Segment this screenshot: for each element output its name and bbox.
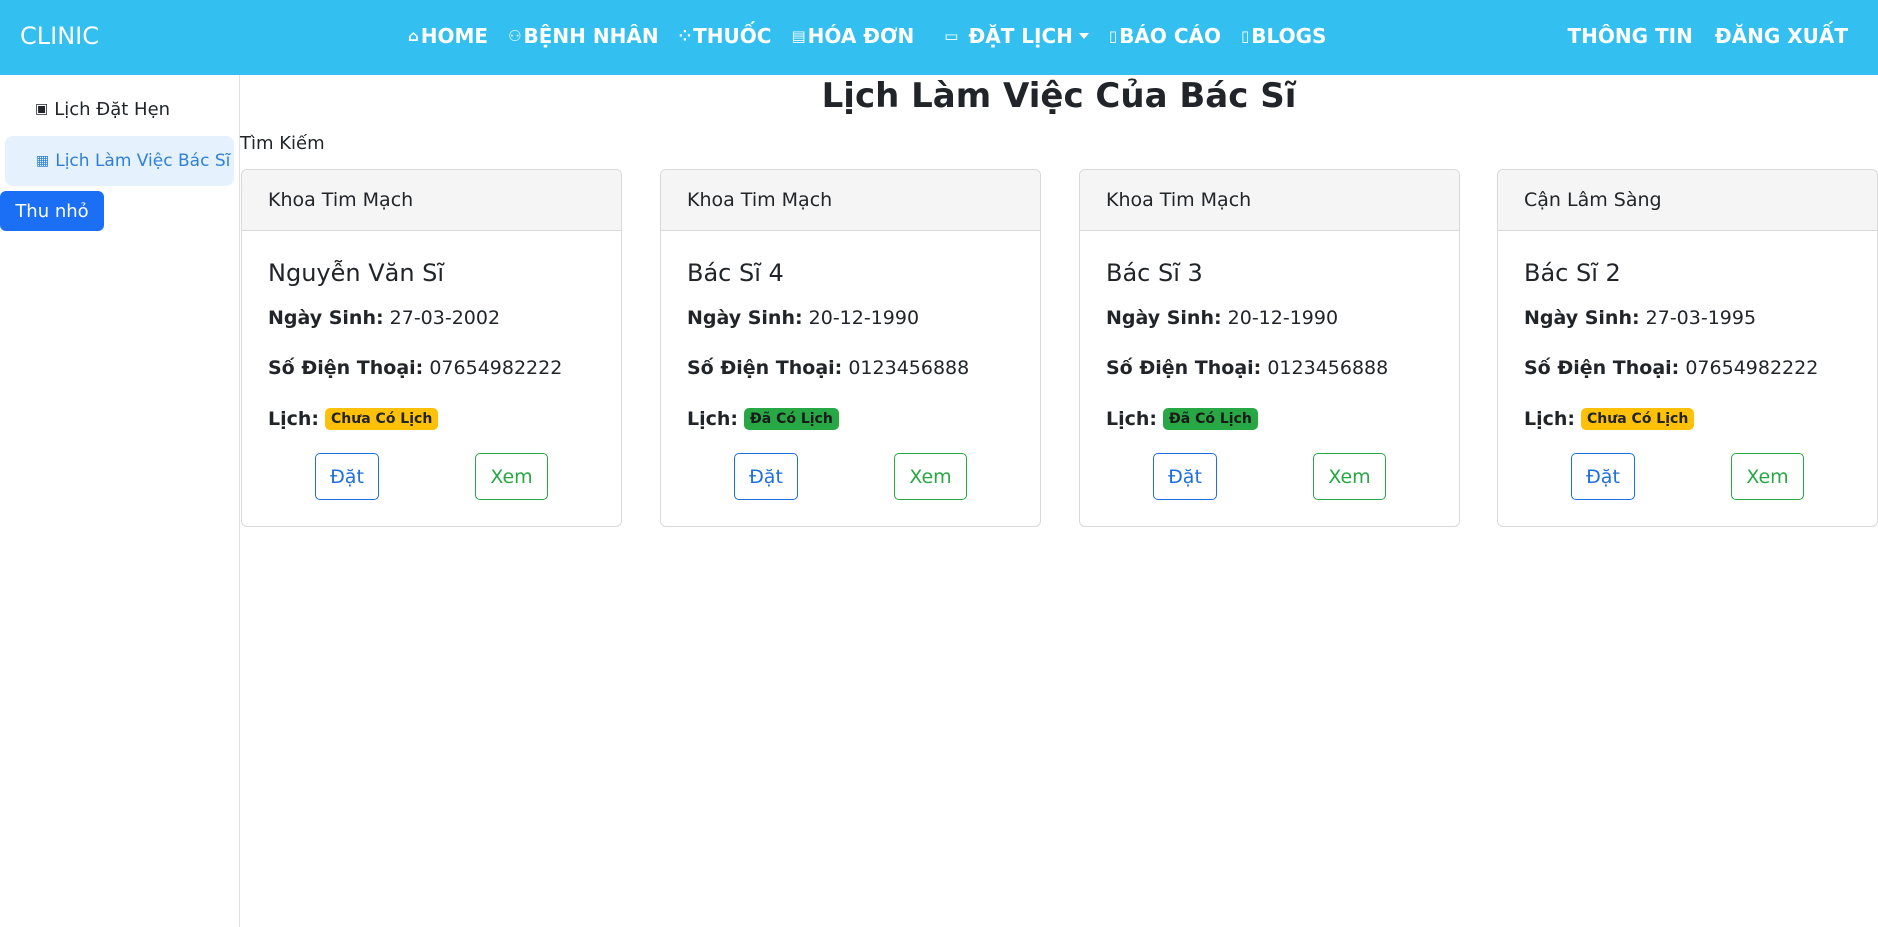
sidebar-item-doctor-schedule[interactable]: ▦ Lịch Làm Việc Bác Sĩ [5, 136, 234, 186]
nav-invoice-label: HÓA ĐƠN [807, 24, 915, 48]
dob-label: Ngày Sinh: [687, 307, 803, 329]
sidebar-item-label: Lịch Đặt Hẹn [54, 98, 171, 120]
book-button[interactable]: Đặt [1153, 453, 1217, 500]
pills-icon: ⁘ [678, 27, 692, 45]
doctor-card: Khoa Tim Mạch Bác Sĩ 3 Ngày Sinh: 20-12-… [1079, 169, 1460, 527]
dob-row: Ngày Sinh: 27-03-2002 [268, 307, 500, 329]
status-badge: Chưa Có Lịch [325, 408, 439, 430]
nav-home[interactable]: ⌂ HOME [408, 24, 488, 48]
schedule-row: Lịch: Đã Có Lịch [687, 408, 839, 430]
dob-label: Ngày Sinh: [1106, 307, 1222, 329]
doctor-card: Khoa Tim Mạch Bác Sĩ 4 Ngày Sinh: 20-12-… [660, 169, 1041, 527]
schedule-row: Lịch: Chưa Có Lịch [1524, 408, 1695, 430]
search-label[interactable]: Tìm Kiếm [240, 133, 325, 154]
phone-row: Số Điện Thoại: 0123456888 [1106, 357, 1388, 379]
top-navbar: CLINIC ⌂ HOME ⚇ BỆNH NHÂN ⁘ THUỐC ▤ HÓA … [0, 0, 1878, 75]
sidebar-item-appointments[interactable]: ▣ Lịch Đặt Hẹn [35, 95, 170, 123]
nav-logout[interactable]: ĐĂNG XUẤT [1715, 24, 1848, 48]
view-button[interactable]: Xem [894, 453, 967, 500]
book-button[interactable]: Đặt [315, 453, 379, 500]
doctor-name: Bác Sĩ 3 [1106, 259, 1203, 287]
sidebar-item-label: Lịch Làm Việc Bác Sĩ [55, 151, 231, 171]
dob-row: Ngày Sinh: 20-12-1990 [1106, 307, 1338, 329]
status-badge: Chưa Có Lịch [1581, 408, 1695, 430]
phone-label: Số Điện Thoại: [1106, 357, 1262, 379]
nav-right: THÔNG TIN ĐĂNG XUẤT [1568, 24, 1848, 48]
people-icon: ⚇ [508, 27, 522, 45]
nav-blogs-label: BLOGS [1251, 24, 1327, 48]
schedule-label: Lịch: [687, 408, 739, 430]
view-button[interactable]: Xem [475, 453, 548, 500]
phone-row: Số Điện Thoại: 07654982222 [1524, 357, 1818, 379]
dob-value: 20-12-1990 [1227, 307, 1339, 329]
schedule-row: Lịch: Đã Có Lịch [1106, 408, 1258, 430]
collapse-sidebar-button[interactable]: Thu nhỏ [0, 191, 104, 231]
nav-patients[interactable]: ⚇ BỆNH NHÂN [508, 24, 659, 48]
dob-row: Ngày Sinh: 27-03-1995 [1524, 307, 1756, 329]
schedule-label: Lịch: [1524, 408, 1576, 430]
nav-blogs[interactable]: ▯ BLOGS [1241, 24, 1326, 48]
dob-value: 20-12-1990 [808, 307, 920, 329]
phone-row: Số Điện Thoại: 07654982222 [268, 357, 562, 379]
calendar-check-icon: ▭ [944, 27, 959, 45]
dob-value: 27-03-1995 [1645, 307, 1757, 329]
phone-value: 07654982222 [1685, 357, 1819, 379]
phone-value: 0123456888 [848, 357, 970, 379]
view-button[interactable]: Xem [1313, 453, 1386, 500]
book-button[interactable]: Đặt [734, 453, 798, 500]
nav-booking-dropdown[interactable]: ▭ ĐẶT LỊCH [944, 24, 1089, 48]
nav-reports[interactable]: ▯ BÁO CÁO [1109, 24, 1221, 48]
nav-booking-label: ĐẶT LỊCH [968, 24, 1073, 48]
card-department: Khoa Tim Mạch [661, 170, 1040, 231]
calendar-icon: ▦ [36, 153, 50, 169]
view-button[interactable]: Xem [1731, 453, 1804, 500]
archive-icon: ▣ [35, 101, 49, 117]
book-button[interactable]: Đặt [1571, 453, 1635, 500]
card-department: Khoa Tim Mạch [1080, 170, 1459, 231]
nav-invoice[interactable]: ▤ HÓA ĐƠN [791, 24, 914, 48]
page-title: Lịch Làm Việc Của Bác Sĩ [821, 76, 1297, 116]
dob-label: Ngày Sinh: [1524, 307, 1640, 329]
doctor-name: Bác Sĩ 4 [687, 259, 784, 287]
doctor-name: Bác Sĩ 2 [1524, 259, 1621, 287]
card-department: Khoa Tim Mạch [242, 170, 621, 231]
card-department: Cận Lâm Sàng [1498, 170, 1877, 231]
phone-label: Số Điện Thoại: [687, 357, 843, 379]
doctor-card: Cận Lâm Sàng Bác Sĩ 2 Ngày Sinh: 27-03-1… [1497, 169, 1878, 527]
nav-medicine-label: THUỐC [693, 24, 772, 48]
nav-medicine[interactable]: ⁘ THUỐC [679, 24, 772, 48]
dob-value: 27-03-2002 [389, 307, 501, 329]
dob-label: Ngày Sinh: [268, 307, 384, 329]
schedule-label: Lịch: [268, 408, 320, 430]
document-icon: ▯ [1108, 27, 1118, 45]
phone-row: Số Điện Thoại: 0123456888 [687, 357, 969, 379]
status-badge: Đã Có Lịch [744, 408, 839, 430]
doctor-name: Nguyễn Văn Sĩ [268, 259, 445, 287]
doctor-card: Khoa Tim Mạch Nguyễn Văn Sĩ Ngày Sinh: 2… [241, 169, 622, 527]
nav-home-label: HOME [420, 24, 489, 48]
phone-label: Số Điện Thoại: [268, 357, 424, 379]
schedule-label: Lịch: [1106, 408, 1158, 430]
receipt-icon: ▤ [791, 27, 806, 45]
phone-label: Số Điện Thoại: [1524, 357, 1680, 379]
nav-patients-label: BỆNH NHÂN [523, 24, 659, 48]
brand-logo[interactable]: CLINIC [20, 22, 99, 50]
phone-value: 07654982222 [429, 357, 563, 379]
status-badge: Đã Có Lịch [1163, 408, 1258, 430]
phone-value: 0123456888 [1267, 357, 1389, 379]
nav-reports-label: BÁO CÁO [1119, 24, 1222, 48]
nav-profile[interactable]: THÔNG TIN [1568, 24, 1693, 48]
home-icon: ⌂ [408, 27, 419, 45]
schedule-row: Lịch: Chưa Có Lịch [268, 408, 439, 430]
chevron-down-icon [1078, 33, 1089, 39]
sidebar: ▣ Lịch Đặt Hẹn ▦ Lịch Làm Việc Bác Sĩ Th… [0, 75, 240, 927]
document-icon: ▯ [1241, 27, 1250, 45]
dob-row: Ngày Sinh: 20-12-1990 [687, 307, 919, 329]
main-nav: ⌂ HOME ⚇ BỆNH NHÂN ⁘ THUỐC ▤ HÓA ĐƠN ▭ Đ… [408, 24, 1346, 48]
